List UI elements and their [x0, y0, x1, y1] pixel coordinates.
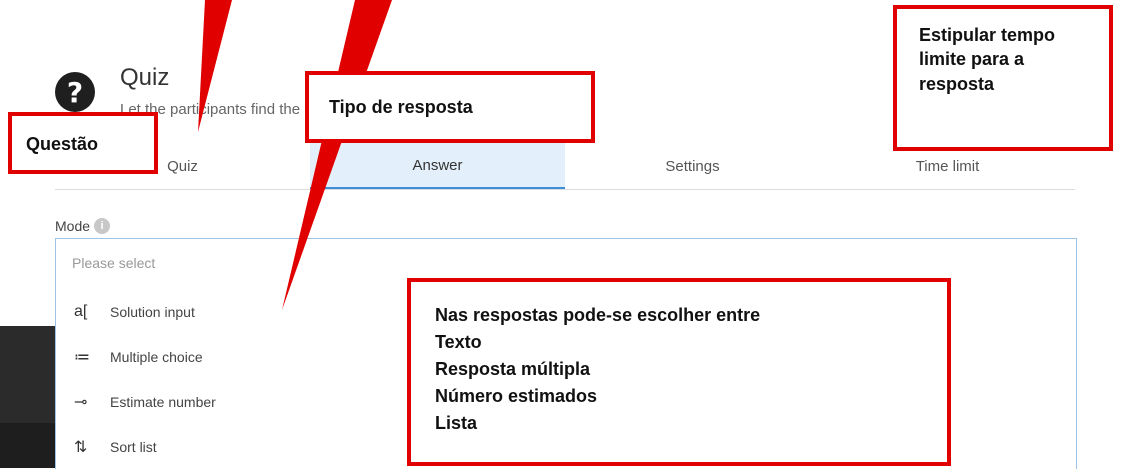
annotation-tempo-limite: Estipular tempo limite para a resposta [893, 5, 1113, 151]
annotation-line: limite para a [919, 49, 1025, 70]
annotation-questao: Questão [8, 112, 158, 174]
annotation-respostas: Nas respostas pode-se escolher entre Tex… [407, 278, 951, 466]
annotation-line: Estipular tempo [919, 25, 1056, 45]
annotation-line: Lista [435, 413, 478, 433]
annotation-tipo-resposta: Tipo de resposta [305, 71, 595, 143]
annotation-line: Número estimados [435, 386, 598, 406]
arrow-questao [198, 0, 232, 132]
annotation-line: resposta [919, 73, 995, 94]
annotation-line: Resposta múltipla [435, 359, 591, 379]
annotation-line: Texto [435, 332, 482, 352]
annotation-line: Nas respostas pode-se escolher entre [435, 305, 761, 325]
arrow-tipo [282, 0, 392, 310]
